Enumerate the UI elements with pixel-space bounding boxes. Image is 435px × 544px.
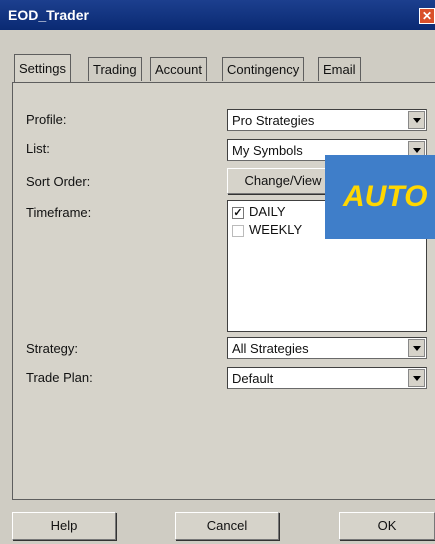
window-title: EOD_Trader (8, 7, 89, 23)
chevron-down-icon[interactable] (408, 369, 425, 387)
change-view-button[interactable]: Change/View (227, 168, 339, 194)
tab-contingency[interactable]: Contingency (222, 57, 305, 81)
profile-label: Profile: (26, 112, 67, 127)
chevron-down-icon[interactable] (408, 339, 425, 357)
list-value: My Symbols (232, 143, 303, 158)
button-bar: Help Cancel OK (0, 508, 435, 544)
auto-banner: AUTO (325, 155, 435, 239)
profile-select[interactable]: Pro Strategies (227, 109, 427, 131)
ok-button[interactable]: OK (339, 512, 435, 540)
trade-plan-value: Default (232, 371, 274, 386)
weekly-label: WEEKLY (249, 222, 303, 237)
strategy-label: Strategy: (26, 341, 79, 356)
tab-email[interactable]: Email (318, 57, 361, 81)
chevron-down-icon[interactable] (408, 111, 425, 129)
cancel-button[interactable]: Cancel (175, 512, 279, 540)
trade-plan-select[interactable]: Default (227, 367, 427, 389)
strategy-value: All Strategies (232, 341, 309, 356)
daily-label: DAILY (249, 204, 286, 219)
tab-settings[interactable]: Settings (14, 54, 71, 82)
timeframe-label: Timeframe: (26, 205, 92, 220)
tab-trading[interactable]: Trading (88, 57, 142, 81)
daily-checkbox[interactable]: ✓ (232, 207, 244, 219)
profile-value: Pro Strategies (232, 113, 315, 128)
weekly-checkbox[interactable] (232, 225, 244, 237)
close-icon[interactable]: ✕ (419, 8, 435, 24)
strategy-select[interactable]: All Strategies (227, 337, 427, 359)
tab-account[interactable]: Account (150, 57, 207, 81)
trade-plan-label: Trade Plan: (26, 370, 93, 385)
list-label: List: (26, 141, 50, 156)
title-bar: EOD_Trader ✕ (0, 0, 435, 30)
help-button[interactable]: Help (12, 512, 116, 540)
sort-order-label: Sort Order: (26, 174, 91, 189)
